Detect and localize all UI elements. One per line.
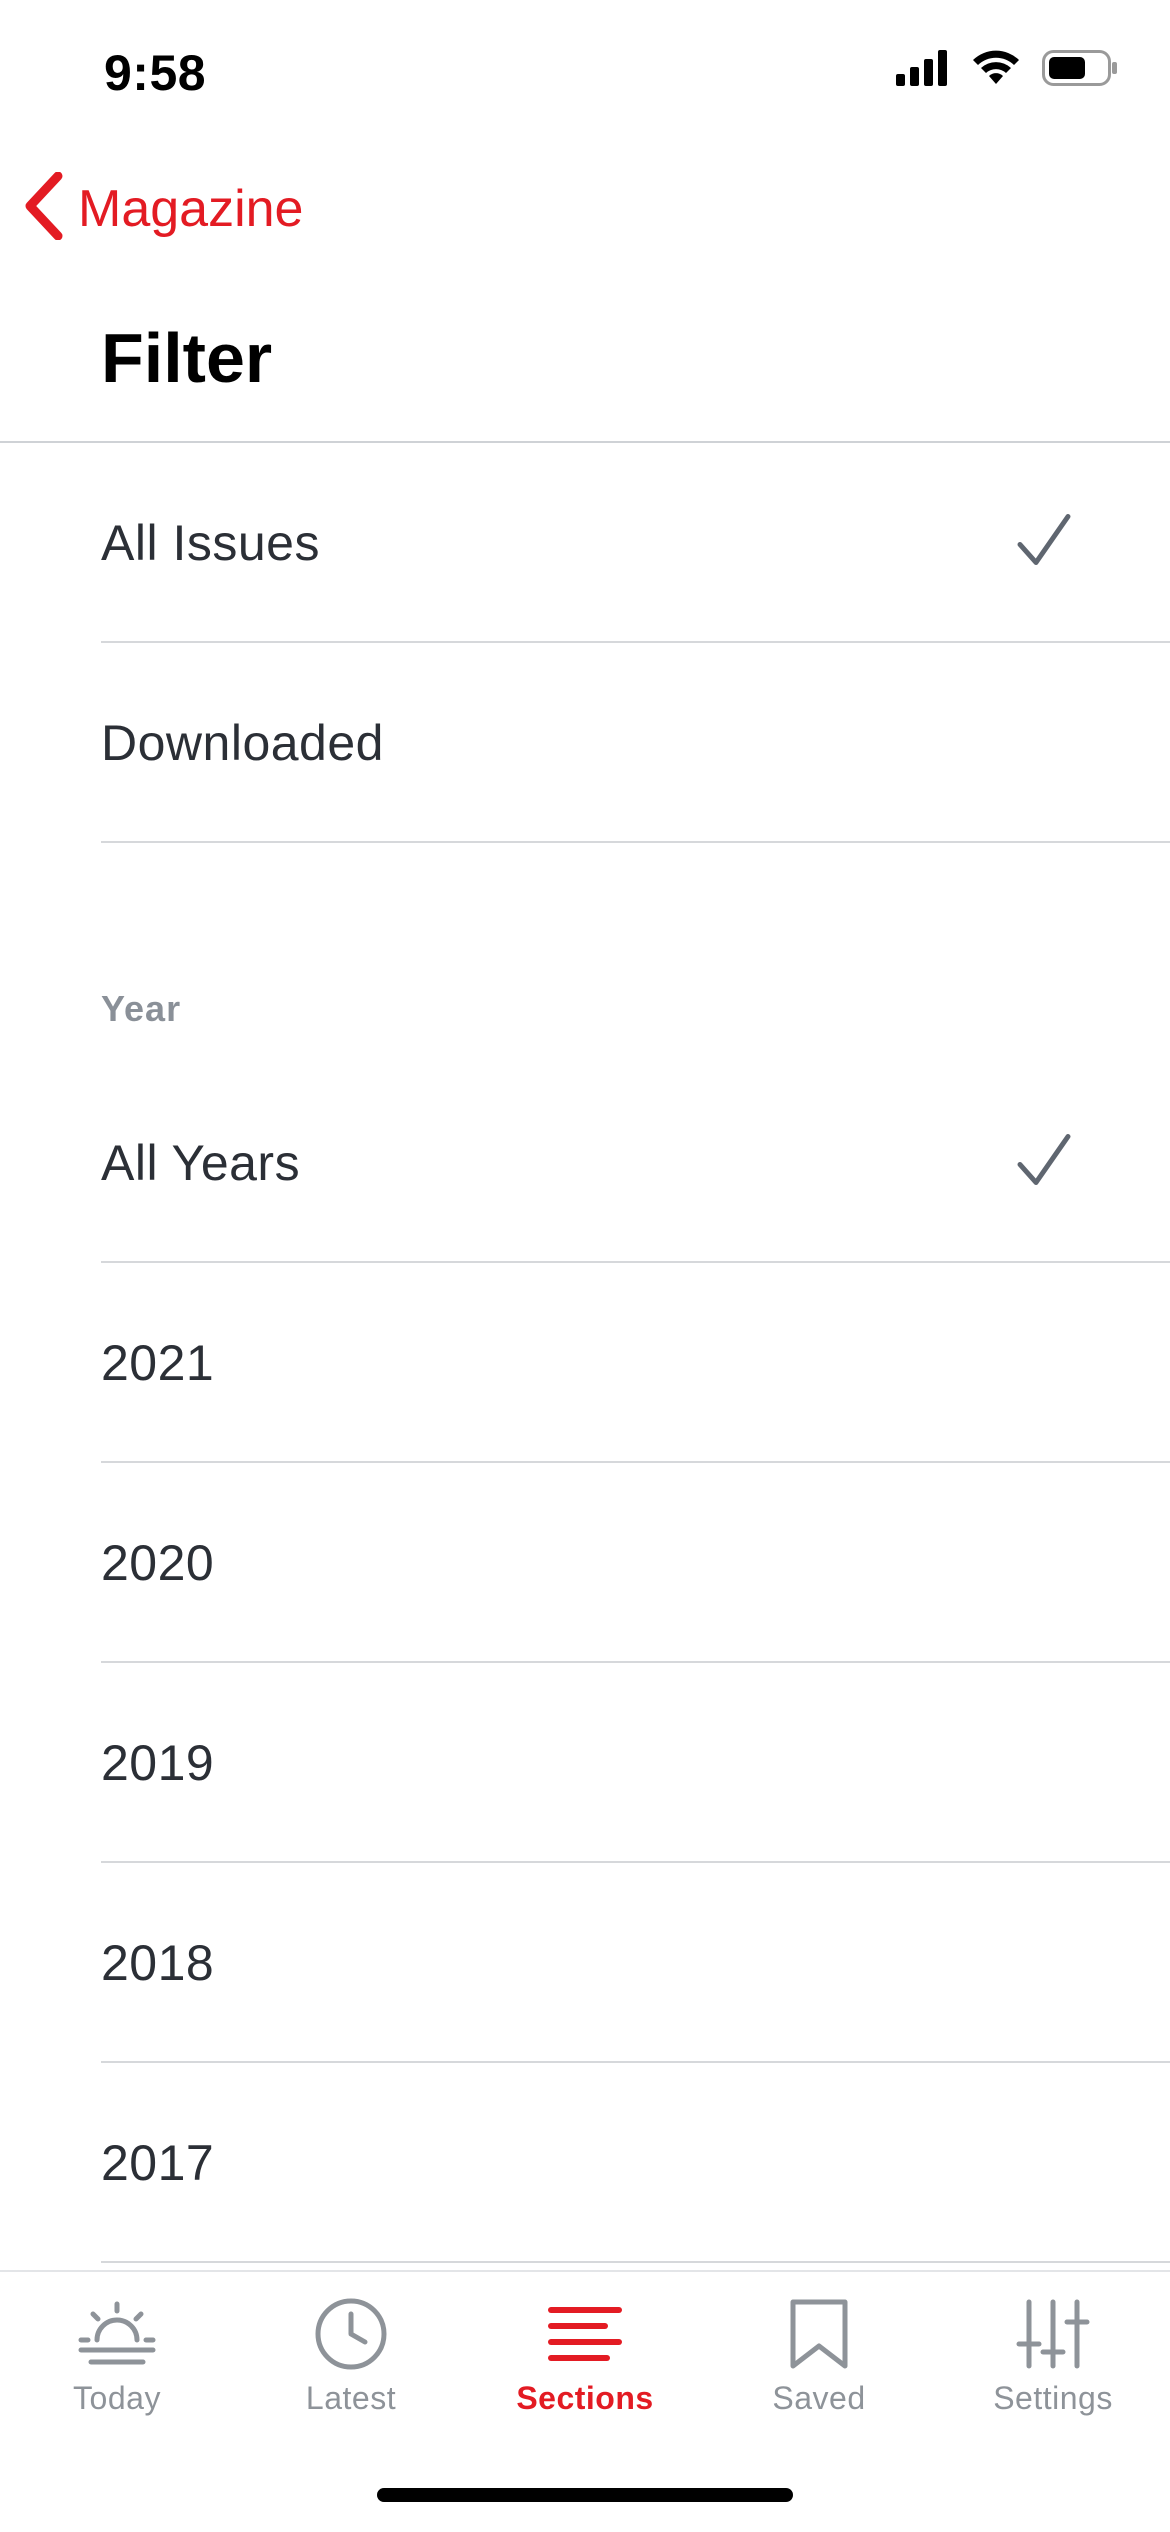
- sunrise-icon: [75, 2294, 159, 2374]
- back-button-label: Magazine: [78, 179, 304, 238]
- chevron-left-icon: [22, 171, 66, 245]
- filter-option-label: 2019: [101, 1735, 215, 1791]
- filter-option-year-2021[interactable]: 2021: [101, 1263, 1170, 1463]
- wifi-icon: [972, 50, 1020, 91]
- sliders-icon: [1015, 2294, 1091, 2374]
- section-header-year: Year: [101, 988, 182, 1029]
- tab-settings[interactable]: Settings: [936, 2272, 1170, 2432]
- status-icons: [896, 50, 1118, 91]
- tab-label: Today: [73, 2380, 161, 2416]
- filter-option-label: All Issues: [101, 515, 320, 571]
- row-divider: [101, 841, 1170, 843]
- menu-lines-icon: [547, 2294, 623, 2374]
- clock-icon: [313, 2294, 389, 2374]
- filter-option-label: 2021: [101, 1335, 215, 1391]
- filter-option-label: 2020: [101, 1535, 215, 1591]
- tab-label: Sections: [516, 2380, 654, 2416]
- filter-option-label: 2018: [101, 1935, 215, 1991]
- filter-option-all-years[interactable]: All Years: [101, 1063, 1170, 1263]
- filter-option-all-issues[interactable]: All Issues: [101, 443, 1170, 643]
- tab-label: Latest: [305, 2380, 397, 2416]
- tab-latest[interactable]: Latest: [234, 2272, 468, 2432]
- cellular-signal-icon: [896, 50, 950, 91]
- filter-option-label: Downloaded: [101, 715, 384, 771]
- filter-option-year-2019[interactable]: 2019: [101, 1663, 1170, 1863]
- checkmark-icon: [1016, 1133, 1072, 1194]
- status-time: 9:58: [104, 45, 207, 101]
- tab-sections[interactable]: Sections: [468, 2272, 702, 2432]
- tab-today[interactable]: Today: [0, 2272, 234, 2432]
- filter-option-year-2017[interactable]: 2017: [101, 2063, 1170, 2263]
- page-title: Filter: [101, 319, 273, 397]
- back-button[interactable]: Magazine: [22, 171, 304, 245]
- battery-icon: [1042, 50, 1118, 91]
- bookmark-icon: [787, 2294, 851, 2374]
- tab-label: Saved: [772, 2380, 866, 2416]
- filter-option-year-2018[interactable]: 2018: [101, 1863, 1170, 2063]
- home-indicator[interactable]: [377, 2488, 793, 2502]
- checkmark-icon: [1016, 513, 1072, 574]
- status-bar: 9:58: [0, 0, 1170, 150]
- filter-screen: 9:58 Magazine Filter All Issues Download…: [0, 0, 1170, 2532]
- filter-option-year-2020[interactable]: 2020: [101, 1463, 1170, 1663]
- row-divider: [101, 2261, 1170, 2263]
- filter-option-label: 2017: [101, 2135, 215, 2191]
- filter-option-label: All Years: [101, 1135, 301, 1191]
- filter-option-downloaded[interactable]: Downloaded: [101, 643, 1170, 843]
- tab-label: Settings: [993, 2380, 1113, 2416]
- tab-saved[interactable]: Saved: [702, 2272, 936, 2432]
